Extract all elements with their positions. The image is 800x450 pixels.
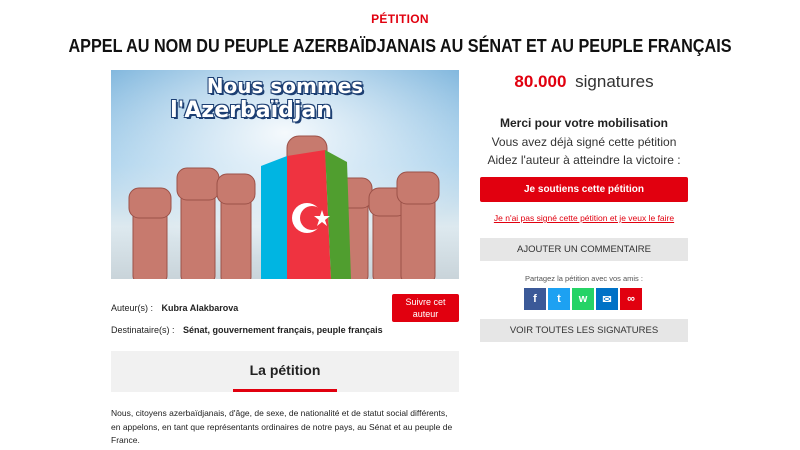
recipient-label: Destinataire(s) : [111,325,175,335]
author-name[interactable]: Kubra Alakbarova [162,303,239,313]
add-comment-button[interactable]: AJOUTER UN COMMENTAIRE [480,238,688,261]
petition-hero-image: Nous sommes l'Azerbaïdjan [111,70,459,279]
thanks-message: Merci pour votre mobilisation [499,116,669,130]
recipient-names: Sénat, gouvernement français, peuple fra… [183,325,383,335]
petition-title: APPEL AU NOM DU PEUPLE AZERBAÏDJANAIS AU… [68,36,732,56]
tab-petition[interactable]: La pétition [111,362,459,378]
already-signed-message: Vous avez déjà signé cette pétition [491,135,677,149]
petition-body-text: Nous, citoyens azerbaïdjanais, d'âge, de… [111,408,453,445]
twitter-share-button[interactable]: t [548,288,570,310]
facebook-share-button[interactable]: f [524,288,546,310]
whatsapp-share-button[interactable]: w [572,288,594,310]
follow-author-button[interactable]: Suivre cet auteur [392,294,459,322]
signature-counter: 80.000 signatures [480,72,688,92]
petition-tab-bar: La pétition [111,351,459,392]
not-signed-link[interactable]: Je n'ai pas signé cette pétition et je v… [480,213,688,223]
share-buttons: f t w ✉ ∞ [524,288,642,310]
tab-active-underline [233,389,337,392]
author-label: Auteur(s) : [111,303,154,313]
signature-count: 80.000 [514,72,567,91]
author-row: Auteur(s) : Kubra Alakbarova [111,303,238,313]
view-all-signatures-button[interactable]: VOIR TOUTES LES SIGNATURES [480,319,688,342]
email-icon: ✉ [602,293,612,306]
hero-headline-line1: Nous sommes [206,74,364,98]
page-kicker: PÉTITION [371,12,429,26]
facebook-icon: f [533,293,537,305]
help-author-message: Aidez l'auteur à atteindre la victoire : [487,153,681,167]
support-petition-button[interactable]: Je soutiens cette pétition [480,177,688,202]
twitter-icon: t [557,293,561,305]
whatsapp-icon: w [578,293,588,305]
share-label: Partagez la pétition avec vos amis : [525,274,643,283]
recipient-row: Destinataire(s) : Sénat, gouvernement fr… [111,325,383,335]
email-share-button[interactable]: ✉ [596,288,618,310]
hero-headline-line2: l'Azerbaïdjan [170,98,332,123]
signature-count-label: signatures [575,72,654,91]
link-icon: ∞ [627,293,635,305]
link-share-button[interactable]: ∞ [620,288,642,310]
